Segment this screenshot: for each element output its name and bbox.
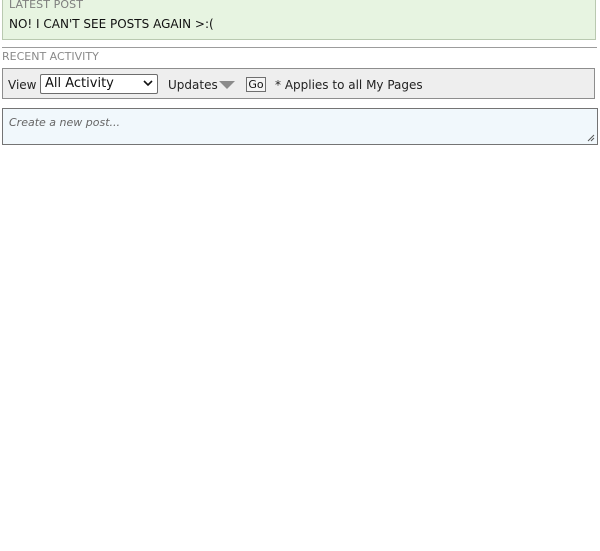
view-label: View <box>8 78 37 92</box>
latest-post-heading: LATEST POST <box>9 0 84 11</box>
updates-dropdown-arrow-icon[interactable] <box>219 81 235 89</box>
recent-activity-section: RECENT ACTIVITY <box>2 47 597 63</box>
resize-grip-icon[interactable] <box>587 134 595 142</box>
go-button[interactable]: Go <box>246 77 266 92</box>
applies-note: * Applies to all My Pages <box>275 78 423 92</box>
activity-view-select-value: All Activity <box>45 76 114 91</box>
new-post-textarea[interactable]: Create a new post... <box>2 108 598 145</box>
latest-post-text: NO! I CAN'T SEE POSTS AGAIN >:( <box>9 17 214 31</box>
recent-activity-heading: RECENT ACTIVITY <box>2 50 99 63</box>
activity-filter-toolbar: View All Activity Updates Go * Applies t… <box>2 68 595 99</box>
chevron-down-icon <box>143 80 153 87</box>
latest-post-panel: LATEST POST NO! I CAN'T SEE POSTS AGAIN … <box>2 0 596 40</box>
updates-label[interactable]: Updates <box>168 78 218 92</box>
new-post-placeholder: Create a new post... <box>9 116 121 129</box>
activity-view-select[interactable]: All Activity <box>40 74 158 94</box>
